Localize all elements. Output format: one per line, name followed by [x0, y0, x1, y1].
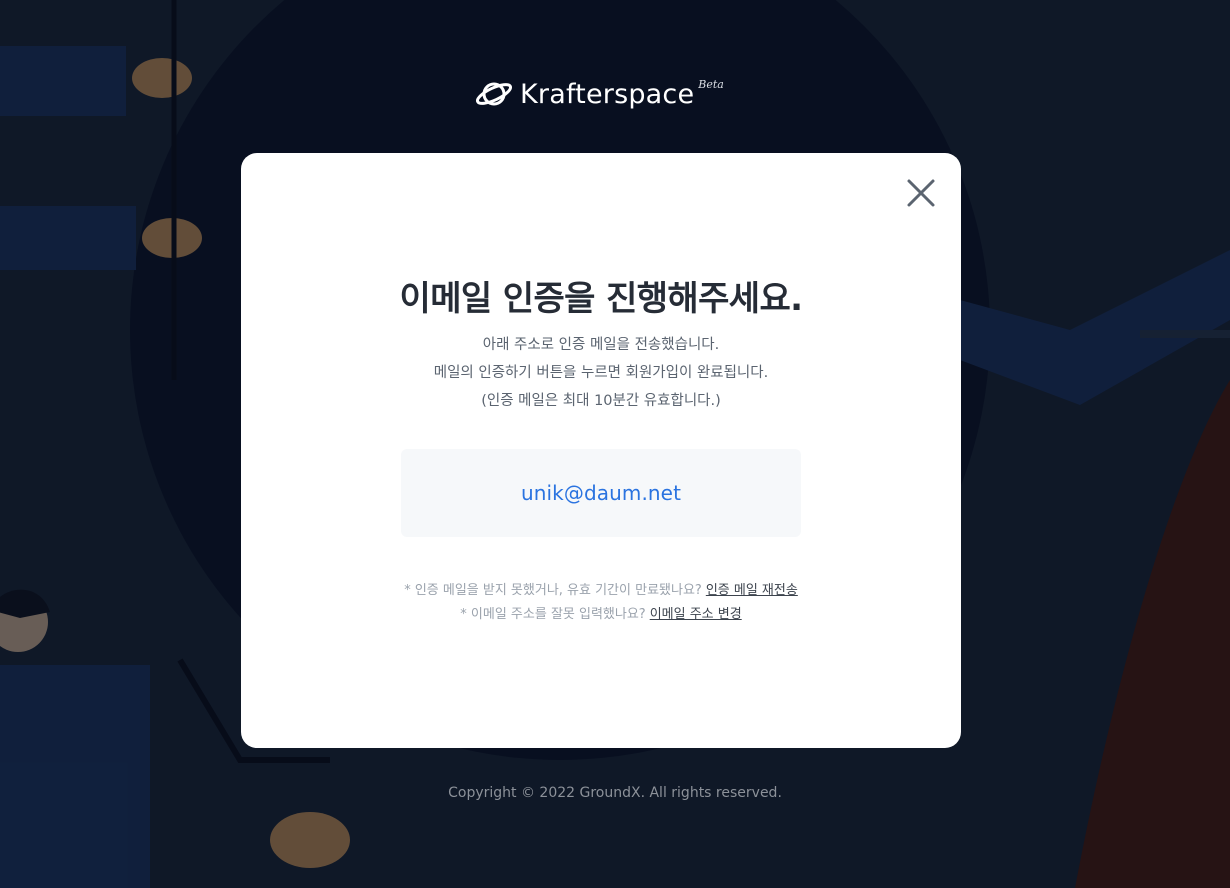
beta-badge: Beta	[698, 78, 724, 91]
help-section: * 인증 메일을 받지 못했거나, 유효 기간이 만료됐나요? 인증 메일 재전송…	[241, 579, 961, 627]
change-email-link[interactable]: 이메일 주소 변경	[650, 607, 742, 622]
close-icon	[907, 179, 935, 207]
description-line: 아래 주소로 인증 메일을 전송했습니다.	[482, 337, 720, 353]
email-verification-modal: 이메일 인증을 진행해주세요. 아래 주소로 인증 메일을 전송했습니다. 메일…	[241, 153, 961, 748]
page-background: Krafterspace Beta 이메일 인증을 진행해주세요. 아래 주소로…	[0, 0, 1230, 888]
copyright-footer: Copyright © 2022 GroundX. All rights res…	[448, 785, 782, 801]
resend-email-link[interactable]: 인증 메일 재전송	[706, 583, 798, 598]
modal-description: 아래 주소로 인증 메일을 전송했습니다. 메일의 인증하기 버튼을 누르면 회…	[241, 331, 961, 415]
resend-prompt: * 인증 메일을 받지 못했거나, 유효 기간이 만료됐나요?	[404, 583, 702, 598]
description-line: (인증 메일은 최대 10분간 유효합니다.)	[481, 393, 721, 409]
email-display-box: unik@daum.net	[401, 449, 801, 537]
description-line: 메일의 인증하기 버튼을 누르면 회원가입이 완료됩니다.	[433, 365, 769, 381]
brand-name: Krafterspace	[520, 78, 695, 110]
change-prompt: * 이메일 주소를 잘못 입력했나요?	[460, 607, 646, 622]
email-address: unik@daum.net	[520, 481, 682, 505]
close-button[interactable]	[905, 177, 937, 209]
modal-title: 이메일 인증을 진행해주세요.	[399, 279, 804, 319]
brand-logo[interactable]: Krafterspace Beta	[474, 74, 724, 114]
planet-icon	[475, 82, 513, 106]
change-help-line: * 이메일 주소를 잘못 입력했나요? 이메일 주소 변경	[241, 603, 961, 627]
resend-help-line: * 인증 메일을 받지 못했거나, 유효 기간이 만료됐나요? 인증 메일 재전송	[241, 579, 961, 603]
